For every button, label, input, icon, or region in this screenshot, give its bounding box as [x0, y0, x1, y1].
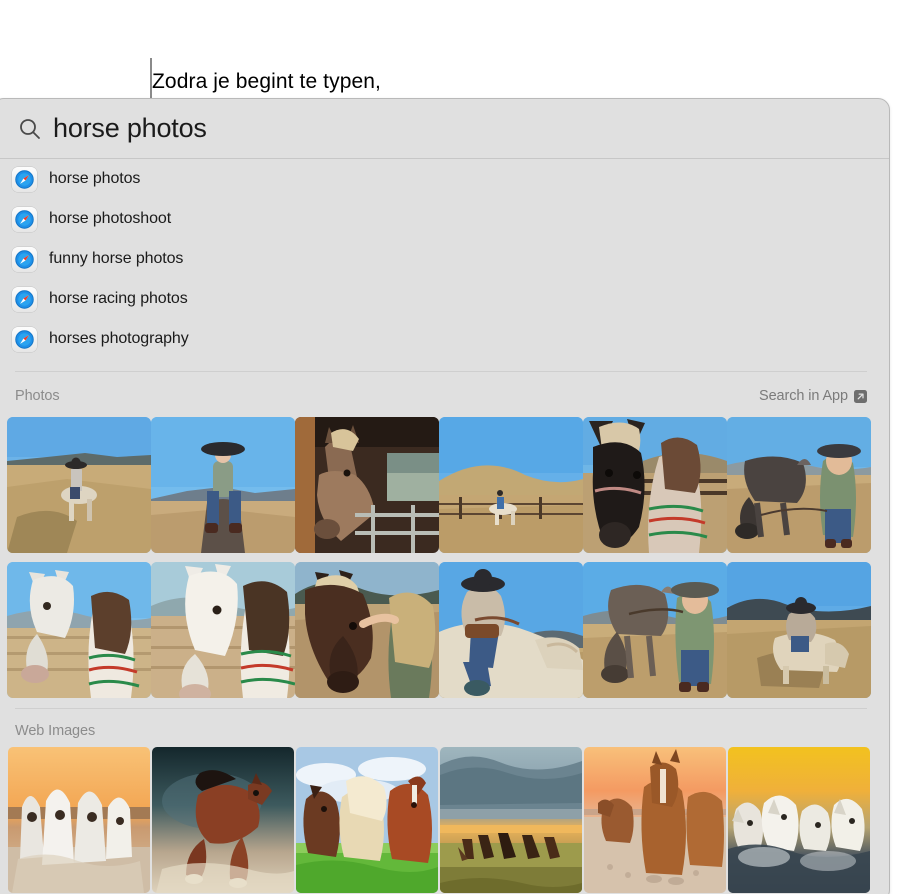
- web-image-cell[interactable]: [583, 746, 727, 893]
- web-images-section-header: Web Images: [0, 717, 889, 745]
- photo-thumbnail[interactable]: [151, 561, 295, 698]
- photos-section-divider: [15, 371, 867, 372]
- web-image-cell[interactable]: [439, 746, 583, 893]
- photo-thumbnail[interactable]: [727, 416, 871, 553]
- suggestion-item-0[interactable]: horse photos: [0, 159, 889, 199]
- section-title: Web Images: [15, 723, 96, 739]
- photo-cell[interactable]: [295, 412, 439, 557]
- photo-thumbnail[interactable]: [583, 416, 727, 553]
- photo-thumbnail[interactable]: [295, 416, 439, 553]
- photo-cell[interactable]: [151, 412, 295, 557]
- section-title: Photos: [15, 388, 60, 404]
- safari-compass-icon: [12, 246, 37, 272]
- suggestion-item-2[interactable]: funny horse photos: [0, 239, 889, 279]
- web-images-section-divider: [15, 708, 867, 709]
- photo-thumbnail[interactable]: [439, 561, 583, 698]
- suggestion-item-4[interactable]: horses photography: [0, 319, 889, 359]
- web-image-cell[interactable]: [151, 746, 295, 893]
- photos-section-header: Photos Search in App: [0, 382, 889, 410]
- suggestion-label: horse racing photos: [49, 290, 188, 307]
- search-in-app-button[interactable]: Search in App: [759, 388, 867, 404]
- suggestion-label: horse photos: [49, 170, 141, 187]
- photos-grid-row-1: [0, 412, 889, 557]
- safari-compass-icon: [12, 326, 37, 352]
- web-image-thumbnail[interactable]: [440, 746, 582, 893]
- safari-compass-icon: [12, 286, 37, 312]
- web-images-grid: [0, 746, 889, 893]
- search-input-value[interactable]: horse photos: [53, 113, 207, 144]
- photo-cell[interactable]: [583, 557, 727, 702]
- photo-cell[interactable]: [439, 557, 583, 702]
- suggestion-list: horse photos horse photoshoot funny hors…: [0, 159, 889, 359]
- photo-cell[interactable]: [439, 412, 583, 557]
- photo-cell[interactable]: [151, 557, 295, 702]
- photos-grid-row-2: [0, 557, 889, 702]
- web-image-thumbnail[interactable]: [584, 746, 726, 893]
- safari-compass-icon: [12, 206, 37, 232]
- web-image-thumbnail[interactable]: [152, 746, 294, 893]
- web-image-thumbnail[interactable]: [728, 746, 870, 893]
- web-image-cell[interactable]: [7, 746, 151, 893]
- photo-thumbnail[interactable]: [151, 416, 295, 553]
- photo-thumbnail[interactable]: [7, 416, 151, 553]
- photo-thumbnail[interactable]: [439, 416, 583, 553]
- photo-cell[interactable]: [727, 412, 871, 557]
- web-image-cell[interactable]: [295, 746, 439, 893]
- photo-cell[interactable]: [7, 412, 151, 557]
- photo-thumbnail[interactable]: [7, 561, 151, 698]
- photo-cell[interactable]: [7, 557, 151, 702]
- search-in-app-label: Search in App: [759, 388, 848, 404]
- photo-cell[interactable]: [583, 412, 727, 557]
- suggestion-label: horse photoshoot: [49, 210, 172, 227]
- suggestion-label: funny horse photos: [49, 250, 184, 267]
- safari-compass-icon: [12, 166, 37, 192]
- suggestion-item-1[interactable]: horse photoshoot: [0, 199, 889, 239]
- web-image-thumbnail[interactable]: [8, 746, 150, 893]
- suggestion-label: horses photography: [49, 330, 189, 347]
- photo-cell[interactable]: [295, 557, 439, 702]
- photo-thumbnail[interactable]: [583, 561, 727, 698]
- search-field[interactable]: horse photos: [0, 99, 889, 158]
- photo-thumbnail[interactable]: [295, 561, 439, 698]
- callout-line-1: Zodra je begint te typen,: [152, 70, 381, 93]
- search-icon: [19, 118, 41, 140]
- photo-cell[interactable]: [727, 557, 871, 702]
- photo-thumbnail[interactable]: [727, 561, 871, 698]
- arrow-up-right-box-icon: [854, 389, 867, 403]
- search-suggestions-panel: horse photos horse photos horse photosho…: [0, 98, 890, 894]
- screenshot-root: Zodra je begint te typen, krijg je resul…: [0, 0, 904, 894]
- web-image-thumbnail[interactable]: [296, 746, 438, 893]
- suggestion-item-3[interactable]: horse racing photos: [0, 279, 889, 319]
- web-image-cell[interactable]: [727, 746, 871, 893]
